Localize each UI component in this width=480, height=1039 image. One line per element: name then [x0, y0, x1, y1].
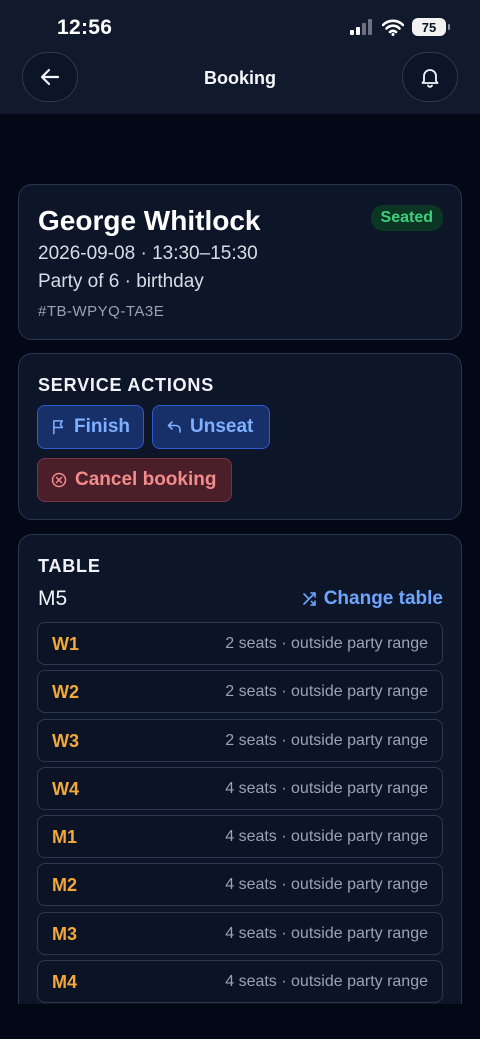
battery-level: 75 — [421, 19, 437, 35]
table-option-row[interactable]: M3 4 seats · outside party range — [37, 911, 443, 955]
finish-label: Finish — [74, 416, 130, 437]
circle-x-icon — [51, 472, 67, 488]
finish-button[interactable]: Finish — [37, 405, 144, 449]
unseat-button[interactable]: Unseat — [152, 405, 270, 449]
booking-summary-card: George Whitlock Seated 2026-09-08 · 13:3… — [18, 184, 462, 340]
nav-bar: Booking — [0, 52, 480, 114]
table-info: 4 seats · outside party range — [225, 876, 428, 894]
table-option-row[interactable]: M4 4 seats · outside party range — [37, 960, 443, 1004]
table-option-row[interactable]: W3 2 seats · outside party range — [37, 718, 443, 762]
booking-reference: #TB-WPYQ-TA3E — [38, 303, 165, 320]
table-option-row[interactable]: M1 4 seats · outside party range — [37, 815, 443, 859]
undo-icon — [167, 421, 181, 433]
shuffle-icon — [302, 592, 316, 606]
table-info: 2 seats · outside party range — [225, 731, 428, 749]
booking-datetime: 2026-09-08 · 13:30–15:30 — [38, 243, 258, 264]
table-code: W2 — [52, 682, 79, 703]
cellular-signal-icon — [350, 19, 372, 35]
table-option-row[interactable]: W4 4 seats · outside party range — [37, 766, 443, 810]
table-info: 4 seats · outside party range — [225, 924, 428, 942]
table-info: 2 seats · outside party range — [225, 635, 428, 652]
status-bar: 12:56 75 — [0, 0, 480, 56]
status-time: 12:56 — [57, 16, 113, 39]
table-info: 2 seats · outside party range — [225, 683, 428, 701]
table-option-row[interactable]: M2 4 seats · outside party range — [37, 863, 443, 907]
cancel-booking-button[interactable]: Cancel booking — [37, 458, 232, 502]
notifications-button[interactable] — [402, 52, 458, 102]
table-code: M1 — [52, 827, 78, 848]
table-code: W1 — [52, 634, 79, 654]
service-actions-card: SERVICE ACTIONS Finish Unseat Cancel boo… — [18, 353, 462, 520]
wifi-icon — [382, 19, 404, 36]
status-icons: 75 — [350, 18, 450, 36]
change-table-link[interactable]: Change table — [302, 588, 443, 610]
change-table-label: Change table — [323, 588, 443, 609]
table-code: W3 — [52, 730, 79, 751]
table-options-list: W1 2 seats · outside party range W2 2 se… — [37, 622, 443, 1004]
status-badge: Seated — [370, 205, 443, 231]
table-code: M3 — [52, 923, 78, 944]
bell-icon — [421, 69, 439, 88]
table-info: 4 seats · outside party range — [225, 973, 428, 991]
table-info: 4 seats · outside party range — [225, 828, 428, 846]
table-option-row[interactable]: W2 2 seats · outside party range — [37, 670, 443, 714]
unseat-label: Unseat — [190, 416, 254, 437]
table-card: TABLE M5 Change table W1 2 seats · outsi… — [18, 534, 462, 1004]
booking-party: Party of 6 · birthday — [38, 271, 204, 292]
flag-icon — [53, 420, 64, 435]
table-code: M2 — [52, 875, 78, 896]
current-table: M5 — [38, 587, 68, 610]
table-code: W4 — [52, 778, 79, 799]
table-info: 4 seats · outside party range — [225, 779, 428, 797]
battery-icon: 75 — [412, 18, 450, 36]
service-actions-title: SERVICE ACTIONS — [38, 375, 215, 395]
cancel-booking-label: Cancel booking — [75, 469, 217, 490]
guest-name: George Whitlock — [38, 205, 261, 236]
table-section-title: TABLE — [38, 556, 101, 576]
table-option-row[interactable]: W1 2 seats · outside party range — [37, 622, 443, 665]
table-code: M4 — [52, 972, 78, 993]
